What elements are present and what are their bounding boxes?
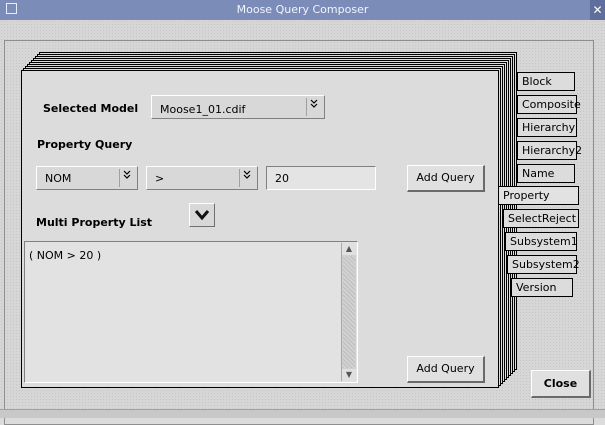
list-scrollbar[interactable]: ▲ ▼ <box>341 243 356 381</box>
property-value: NOM <box>45 172 72 185</box>
add-query-bottom-button[interactable]: Add Query <box>407 356 485 383</box>
double-chevron-down-icon <box>119 169 133 187</box>
tab-property[interactable]: Property <box>499 186 579 205</box>
expand-list-button[interactable] <box>189 203 215 227</box>
list-item[interactable]: ( NOM > 20 ) <box>29 249 101 262</box>
multi-property-list-label: Multi Property List <box>36 216 153 229</box>
tab-version[interactable]: Version <box>511 278 573 297</box>
multi-property-list[interactable]: ( NOM > 20 ) ▲ ▼ <box>24 241 358 383</box>
scrollbar-track[interactable] <box>343 256 355 368</box>
tab-select-reject[interactable]: SelectReject <box>503 209 579 228</box>
selected-model-value: Moose1_01.cdif <box>160 103 246 116</box>
tab-composite[interactable]: Composite <box>517 95 581 114</box>
property-dropdown[interactable]: NOM <box>36 166 138 190</box>
window-close-icon[interactable]: ✕ <box>590 0 605 20</box>
operator-dropdown[interactable]: > <box>146 166 258 190</box>
operator-value: > <box>155 172 165 185</box>
chevron-down-icon <box>194 208 210 225</box>
selected-model-label: Selected Model <box>43 102 139 115</box>
close-button[interactable]: Close <box>531 370 591 398</box>
property-query-label: Property Query <box>37 138 133 151</box>
tab-name[interactable]: Name <box>517 164 575 183</box>
tab-block[interactable]: Block <box>517 72 575 91</box>
threshold-value: 20 <box>275 172 289 185</box>
scroll-down-icon[interactable]: ▼ <box>342 369 356 381</box>
double-chevron-down-icon <box>239 169 253 187</box>
window-title: Moose Query Composer <box>236 3 369 16</box>
scroll-up-icon[interactable]: ▲ <box>342 243 356 255</box>
double-chevron-down-icon <box>306 98 320 116</box>
tab-hierarchy2[interactable]: Hierarchy2 <box>517 141 582 160</box>
tab-subsystem2[interactable]: Subsystem2 <box>507 255 580 274</box>
threshold-input[interactable]: 20 <box>266 166 376 190</box>
tab-subsystem1[interactable]: Subsystem1 <box>505 232 578 251</box>
selected-model-dropdown[interactable]: Moose1_01.cdif <box>151 95 325 119</box>
title-bar: Moose Query Composer ✕ <box>0 0 605 20</box>
add-query-button[interactable]: Add Query <box>407 165 485 192</box>
tab-hierarchy[interactable]: Hierarchy <box>517 118 577 137</box>
